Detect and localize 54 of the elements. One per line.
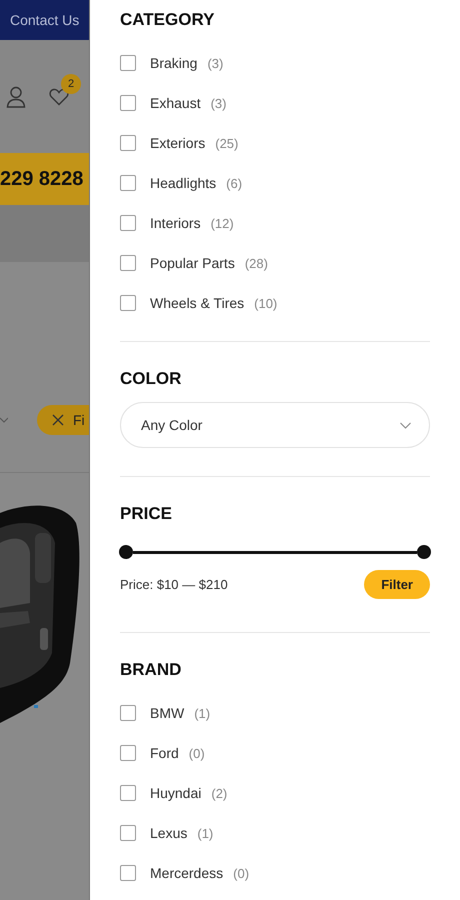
close-icon[interactable]	[52, 414, 64, 426]
section-title: BRAND	[120, 659, 182, 681]
chevron-down-icon[interactable]	[0, 417, 8, 423]
section-title: PRICE	[120, 503, 173, 525]
wishlist-count-badge: 2	[61, 74, 81, 94]
option-label[interactable]: Braking	[150, 55, 198, 71]
phone-number: 229 8228	[0, 168, 84, 190]
color-select[interactable]: Any Color	[120, 402, 430, 448]
section-title: COLOR	[120, 368, 182, 390]
option-label[interactable]: Lexus	[150, 825, 188, 841]
checkbox[interactable]	[120, 255, 136, 271]
option-label[interactable]: Ford	[150, 745, 179, 761]
option-label[interactable]: Headlights	[150, 175, 216, 191]
section-title: CATEGORY	[120, 9, 216, 31]
checkbox[interactable]	[120, 785, 136, 801]
option-count: (28)	[244, 256, 268, 270]
checkbox[interactable]	[120, 865, 136, 881]
option-count: (12)	[210, 216, 234, 230]
option-count: (3)	[210, 96, 226, 110]
user-icon[interactable]	[6, 86, 26, 108]
checkbox[interactable]	[120, 135, 136, 151]
option-count: (1)	[197, 826, 214, 840]
option-count: (1)	[194, 706, 210, 720]
option-label[interactable]: Interiors	[150, 215, 201, 231]
option-count: (0)	[233, 866, 250, 880]
checkbox[interactable]	[120, 55, 136, 71]
checkbox[interactable]	[120, 95, 136, 111]
option-count: (2)	[211, 786, 228, 800]
contact-link[interactable]: Contact Us	[10, 12, 80, 28]
slider-thumb[interactable]	[119, 545, 133, 559]
option-count: (3)	[207, 56, 224, 70]
option-label[interactable]: Mercerdess	[150, 865, 224, 881]
chevron-down-icon	[400, 422, 411, 428]
filter-button[interactable]: Filter	[364, 570, 430, 599]
checkbox[interactable]	[120, 705, 136, 721]
option-label[interactable]: Exteriors	[150, 135, 206, 151]
checkbox[interactable]	[120, 295, 136, 311]
active-filter-chip[interactable]: Fi	[37, 405, 89, 435]
option-count: (10)	[254, 296, 278, 310]
price-range-label: Price: $10 — $210	[120, 577, 228, 592]
checkbox[interactable]	[120, 825, 136, 841]
checkbox[interactable]	[120, 175, 136, 191]
slider-thumb[interactable]	[417, 545, 431, 559]
option-count: (25)	[215, 136, 238, 150]
option-label[interactable]: BMW	[150, 705, 184, 721]
checkbox[interactable]	[120, 215, 136, 231]
option-label[interactable]: Popular Parts	[150, 255, 235, 271]
option-label[interactable]: Huyndai	[150, 785, 202, 801]
option-count: (0)	[188, 746, 205, 760]
option-label[interactable]: Exhaust	[150, 95, 201, 111]
option-count: (6)	[226, 176, 242, 190]
checkbox[interactable]	[120, 745, 136, 761]
heart-icon[interactable]	[49, 88, 69, 106]
option-label[interactable]: Wheels & Tires	[150, 295, 244, 311]
